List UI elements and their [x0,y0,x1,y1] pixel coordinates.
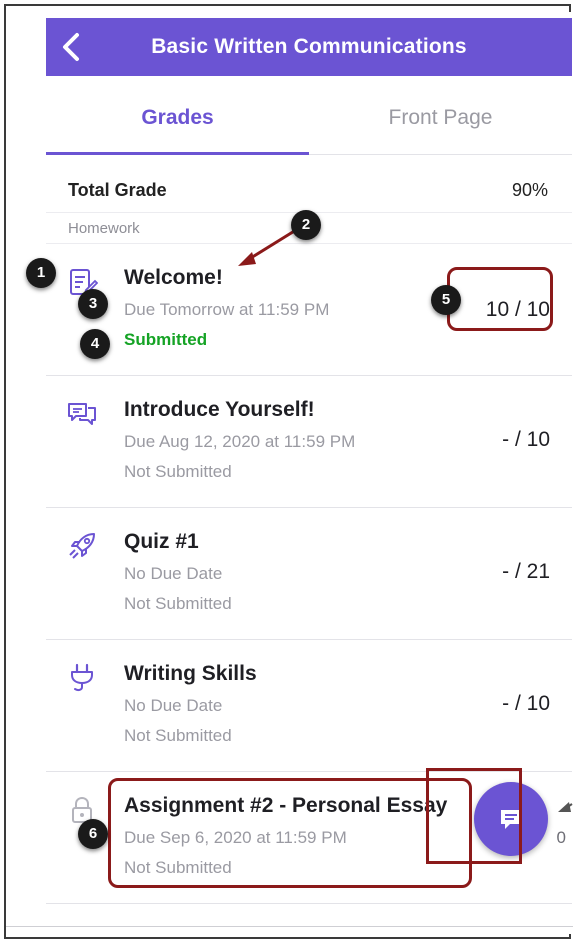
total-grade-row: Total Grade 90% [46,172,572,212]
section-label: Homework [68,220,140,237]
due-date: No Due Date [124,564,223,583]
assignment-title: Writing Skills [124,662,257,685]
tab-grades[interactable]: Grades [46,76,309,154]
assignment-title: Welcome! [124,266,223,289]
assignment-title: Quiz #1 [124,530,199,553]
assignment-row[interactable]: Quiz #1 No Due Date Not Submitted - / 21 [46,508,572,640]
highlight-box-grade [447,267,553,331]
due-date: Due Tomorrow at 11:59 PM [124,300,330,319]
active-tab-indicator [46,152,309,155]
screenshot-frame: Basic Written Communications Grades Fron… [4,4,573,939]
submission-status: Not Submitted [124,726,232,745]
callout-6: 6 [78,819,108,849]
callout-1: 1 [26,258,56,288]
page-title: Basic Written Communications [151,35,467,58]
total-grade-value: 90% [511,180,548,200]
tab-bar: Grades Front Page [46,76,572,155]
tab-front-page[interactable]: Front Page [309,76,572,154]
highlight-box-fab [426,768,522,864]
discussion-icon [68,403,96,425]
grade-value: - / 21 [502,560,550,583]
course-header: Basic Written Communications [46,18,572,76]
external-tool-plug-icon [71,663,93,692]
assignment-title: Introduce Yourself! [124,398,315,421]
quiz-rocket-icon [69,533,95,559]
submission-status: Not Submitted [124,594,232,613]
due-date: Due Aug 12, 2020 at 11:59 PM [124,432,356,451]
grade-value: 0 [556,828,566,847]
assignment-row[interactable]: Introduce Yourself! Due Aug 12, 2020 at … [46,376,572,508]
callout-3: 3 [78,289,108,319]
callout-4: 4 [80,329,110,359]
submission-status: Not Submitted [124,462,232,481]
total-grade-label: Total Grade [68,180,167,200]
grade-value: - / 10 [502,692,550,715]
bottom-divider [6,926,573,927]
highlight-box-assignment [108,778,472,888]
callout-2: 2 [291,210,321,240]
submission-status: Submitted [124,330,208,349]
assignment-row[interactable]: Writing Skills No Due Date Not Submitted… [46,640,572,772]
callout-5: 5 [431,285,461,315]
grade-value: - / 10 [502,428,550,451]
due-date: No Due Date [124,696,223,715]
